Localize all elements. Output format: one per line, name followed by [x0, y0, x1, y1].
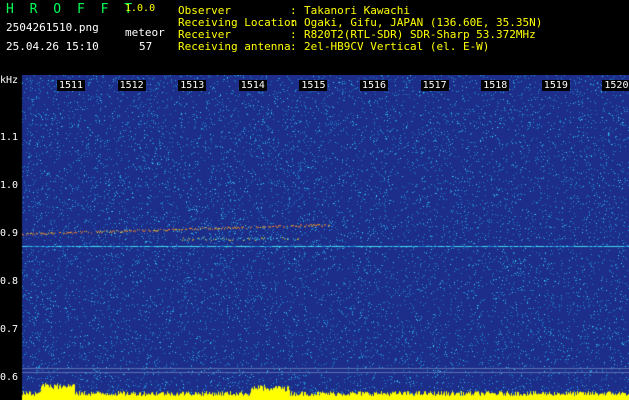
x-tick-label: 1519 [541, 80, 570, 91]
info-sep: : [290, 16, 297, 29]
x-tick-label: 1512 [117, 80, 146, 91]
info-antenna: Receiving antenna: 2el-HB9CV Vertical (el… [178, 41, 489, 52]
info-receiver: Receiver: R820T2(RTL-SDR) SDR-Sharp 53.37… [178, 29, 536, 40]
y-tick-label: 0.6 [0, 371, 19, 383]
app-title: H R O F F T [6, 2, 137, 17]
x-tick-label: 1520 [602, 80, 629, 91]
meteor-count: 57 [139, 40, 153, 53]
info-sep: : [290, 28, 297, 41]
x-tick-label: 1515 [299, 80, 328, 91]
meteor-label: meteor [125, 26, 165, 39]
info-sep: : [290, 4, 297, 17]
info-key: Observer [178, 4, 231, 17]
file-name: 2504261510.png [6, 21, 99, 34]
y-tick-label: 0.7 [0, 323, 19, 335]
app-version: 1.0.0 [125, 3, 156, 14]
info-sep: : [290, 40, 297, 53]
info-location: Receiving Location: Ogaki, Gifu, JAPAN (1… [178, 17, 542, 28]
info-key: Receiving Location [178, 16, 298, 29]
info-value: 2el-HB9CV Vertical (el. E-W) [304, 40, 490, 53]
info-observer: Observer: Takanori Kawachi [178, 5, 410, 16]
info-key: Receiver [178, 28, 231, 41]
x-tick-label: 1511 [57, 80, 86, 91]
x-tick-label: 1518 [481, 80, 510, 91]
spectrogram-canvas [0, 75, 629, 400]
y-tick-label: 0.8 [0, 275, 19, 287]
y-axis: kHz 1.1 1.0 0.9 0.8 0.7 0.6 [0, 75, 22, 400]
x-tick-label: 1514 [238, 80, 267, 91]
x-tick-label: 1513 [178, 80, 207, 91]
header-panel: H R O F F T 1.0.0 2504261510.png meteor … [0, 0, 629, 75]
info-key: Receiving antenna [178, 40, 291, 53]
y-axis-unit: kHz [0, 75, 19, 86]
x-tick-label: 1517 [420, 80, 449, 91]
timestamp: 25.04.26 15:10 [6, 40, 99, 53]
y-tick-label: 0.9 [0, 227, 19, 239]
y-tick-label: 1.1 [0, 131, 19, 143]
y-tick-label: 1.0 [0, 179, 19, 191]
x-tick-label: 1516 [360, 80, 389, 91]
spectrogram [0, 75, 629, 400]
